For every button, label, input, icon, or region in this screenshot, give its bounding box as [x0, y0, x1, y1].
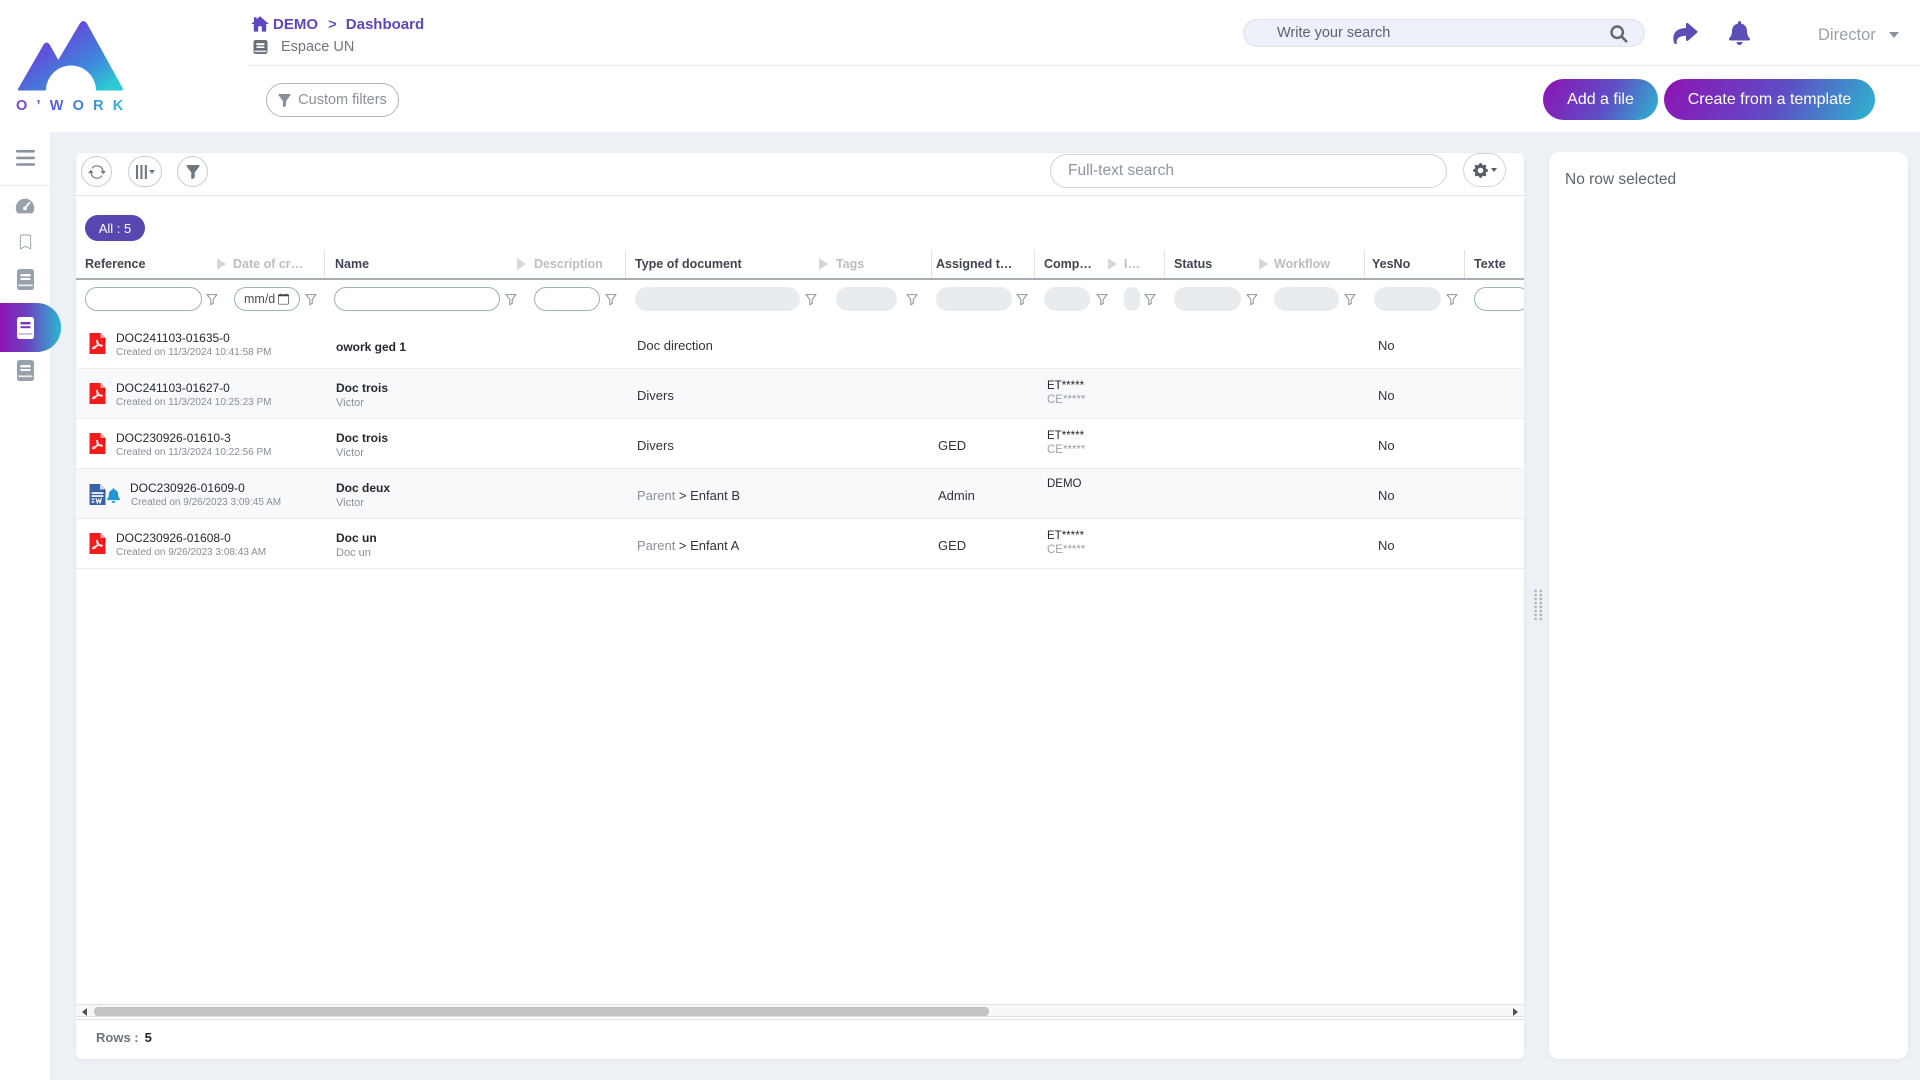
- svg-text:O’WORK: O’WORK: [16, 98, 124, 112]
